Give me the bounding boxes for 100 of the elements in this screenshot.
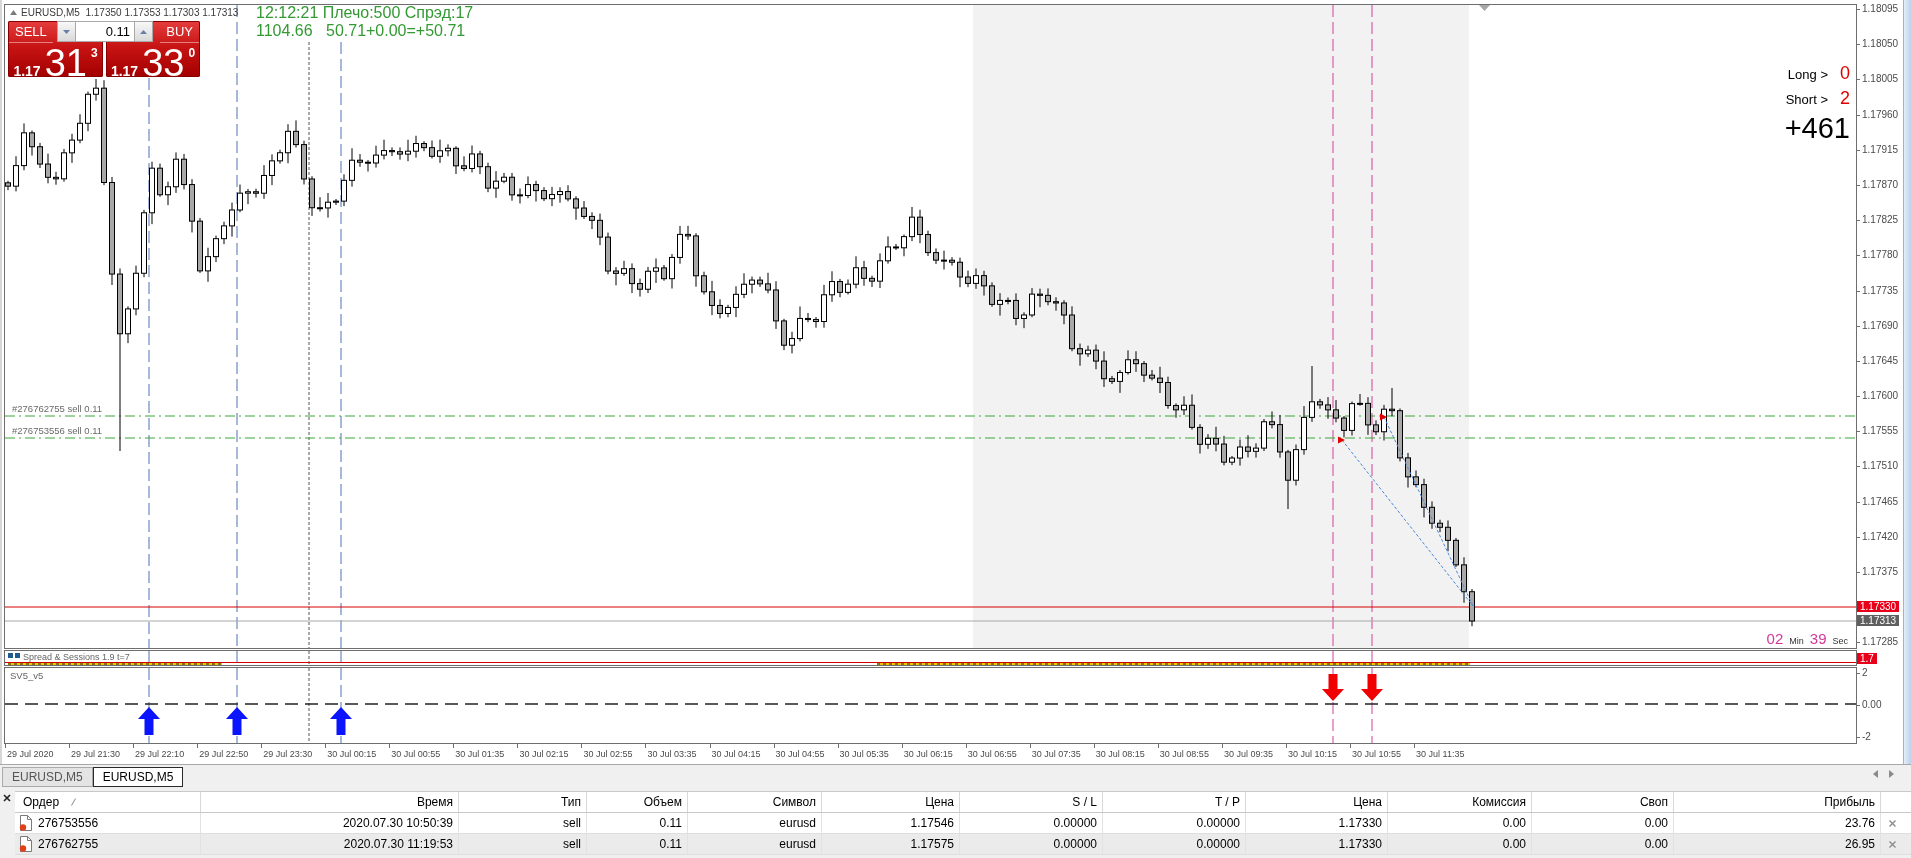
table-cell: 1.17330 [1246, 813, 1388, 833]
table-cell: 0.00000 [1103, 834, 1246, 854]
table-cell: sell [459, 813, 587, 833]
table-cell: 1.17546 [822, 813, 960, 833]
chart-tab[interactable]: EURUSD,M5 [92, 767, 184, 787]
down-arrow-icon [1361, 674, 1383, 701]
column-header[interactable]: S / L [960, 792, 1103, 812]
table-cell: 0.00000 [1103, 813, 1246, 833]
time-axis-label: 29 Jul 2020 [5, 744, 54, 764]
signal-line [1371, 651, 1373, 665]
table-cell: eurusd [688, 834, 822, 854]
short-count: 2 [1840, 89, 1850, 107]
table-cell: 1.17575 [822, 834, 960, 854]
price-axis-label: 1.17600 [1857, 390, 1899, 403]
time-axis-label: 30 Jul 10:15 [1285, 744, 1337, 764]
column-header[interactable]: Ордер [23, 792, 60, 812]
table-cell: sell [459, 834, 587, 854]
indicator-axis-label: -2 [1857, 731, 1871, 743]
price-axis-label: 1.18005 [1857, 73, 1899, 86]
document-icon [19, 815, 33, 831]
time-axis-label: 30 Jul 01:35 [453, 744, 505, 764]
price-axis-label: 1.17510 [1857, 460, 1899, 473]
time-axis-label: 30 Jul 00:55 [389, 744, 441, 764]
signal-line [236, 651, 238, 665]
column-header[interactable]: Тип [459, 792, 587, 812]
increase-button[interactable] [134, 21, 153, 42]
time-axis-label: 30 Jul 03:35 [645, 744, 697, 764]
square-marker-icon [8, 653, 13, 658]
price-axis-label: 1.17915 [1857, 143, 1899, 156]
lot-field[interactable]: 0.11 [76, 21, 134, 42]
price-axis-label: 1.17375 [1857, 566, 1899, 578]
time-axis-label: 29 Jul 21:30 [69, 744, 121, 764]
trade-marker-icon [1338, 436, 1345, 444]
time-axis-label: 30 Jul 04:15 [709, 744, 761, 764]
price-axis-label: 1.17735 [1857, 284, 1899, 297]
column-header[interactable]: Символ [688, 792, 822, 812]
info-line: 12:12:21 Плечо:500 Спрэд:17 [256, 5, 474, 22]
long-count: 0 [1840, 64, 1850, 82]
column-header[interactable]: T / P [1103, 792, 1246, 812]
scroll-left-icon[interactable] [1873, 770, 1878, 778]
order-label: #276762755 sell 0.11 [12, 404, 103, 414]
trade-marker-icon [1380, 413, 1387, 421]
indicator-name: SV5_v5 [10, 671, 44, 681]
time-axis-label: 30 Jul 08:55 [1157, 744, 1209, 764]
scroll-right-icon[interactable] [1889, 770, 1894, 778]
column-header[interactable]: Комиссия [1388, 792, 1532, 812]
up-arrow-icon [138, 707, 160, 735]
short-label: Short > [1785, 91, 1828, 109]
table-cell: 0.00 [1532, 834, 1674, 854]
table-cell: 2020.07.30 10:50:39 [201, 813, 459, 833]
table-cell: 1.17330 [1246, 834, 1388, 854]
table-cell-text: 276762755 [38, 836, 99, 853]
column-header[interactable]: Объем [587, 792, 688, 812]
table-cell: 0.00 [1388, 834, 1532, 854]
price-axis-label: 1.17780 [1857, 249, 1899, 262]
column-header[interactable]: Цена [822, 792, 960, 812]
price-axis-label: 1.17870 [1857, 178, 1899, 191]
long-label: Long > [1787, 66, 1828, 84]
table-cell: 0.11 [587, 813, 688, 833]
price-tag: 1.17330 [1857, 601, 1900, 612]
price-axis-label: 1.18050 [1857, 38, 1899, 51]
down-arrow-icon [1322, 674, 1344, 701]
countdown-seconds: 39 [1809, 631, 1827, 646]
square-marker-icon [15, 653, 20, 658]
signal-line [340, 651, 342, 665]
table-cell: 26.95 [1674, 834, 1881, 854]
price-axis-label: 1.17645 [1857, 354, 1899, 367]
symbol-title: EURUSD,M5 1.17350 1.17353 1.17303 1.17313 [21, 7, 239, 18]
price-axis-label: 1.18095 [1857, 3, 1899, 15]
caret-down-icon [63, 29, 70, 34]
decrease-button[interactable] [57, 21, 76, 42]
time-axis-label: 30 Jul 06:55 [965, 744, 1017, 764]
column-header[interactable]: Цена [1246, 792, 1388, 812]
close-icon[interactable] [3, 794, 11, 802]
price-axis-label: 1.17420 [1857, 530, 1899, 543]
time-axis-label: 30 Jul 10:55 [1350, 744, 1402, 764]
time-axis-label: 30 Jul 06:15 [901, 744, 953, 764]
column-header[interactable]: Время [201, 792, 459, 812]
time-axis-label: 29 Jul 23:30 [261, 744, 313, 764]
table-row[interactable]: 276762755 2020.07.30 11:19:53 sell 0.11 eurusd 1.17575 0.00000 0.00000 1.17330 0.00 0.00 26.95 [15, 834, 1911, 855]
countdown-unit: Min [1789, 636, 1804, 646]
up-arrow-icon [226, 707, 248, 735]
up-arrow-icon [330, 707, 352, 735]
price-axis-label: 1.17690 [1857, 319, 1899, 332]
column-header[interactable]: Своп [1532, 792, 1674, 812]
price-axis-label: 1.17825 [1857, 214, 1899, 227]
table-cell: 0.00 [1388, 813, 1532, 833]
time-axis-label: 29 Jul 22:10 [133, 744, 185, 764]
countdown-unit: Sec [1832, 636, 1848, 646]
column-header[interactable]: Прибыль [1674, 792, 1881, 812]
chart-shift-icon[interactable] [1479, 5, 1490, 11]
table-cell: 2020.07.30 11:19:53 [201, 834, 459, 854]
triangle-icon[interactable] [10, 10, 17, 15]
table-row[interactable]: 276753556 2020.07.30 10:50:39 sell 0.11 eurusd 1.17546 0.00000 0.00000 1.17330 0.00 0.00 23.76 [15, 813, 1911, 834]
indicator-axis-label: 2 [1857, 667, 1868, 679]
time-axis-label: 30 Jul 08:15 [1093, 744, 1145, 764]
price-tag: 1.7 [1857, 653, 1877, 664]
chart-tab[interactable]: EURUSD,M5 [2, 767, 93, 787]
price-axis-label: 1.17285 [1857, 636, 1899, 649]
indicator-axis-label: 0.00 [1857, 699, 1882, 711]
